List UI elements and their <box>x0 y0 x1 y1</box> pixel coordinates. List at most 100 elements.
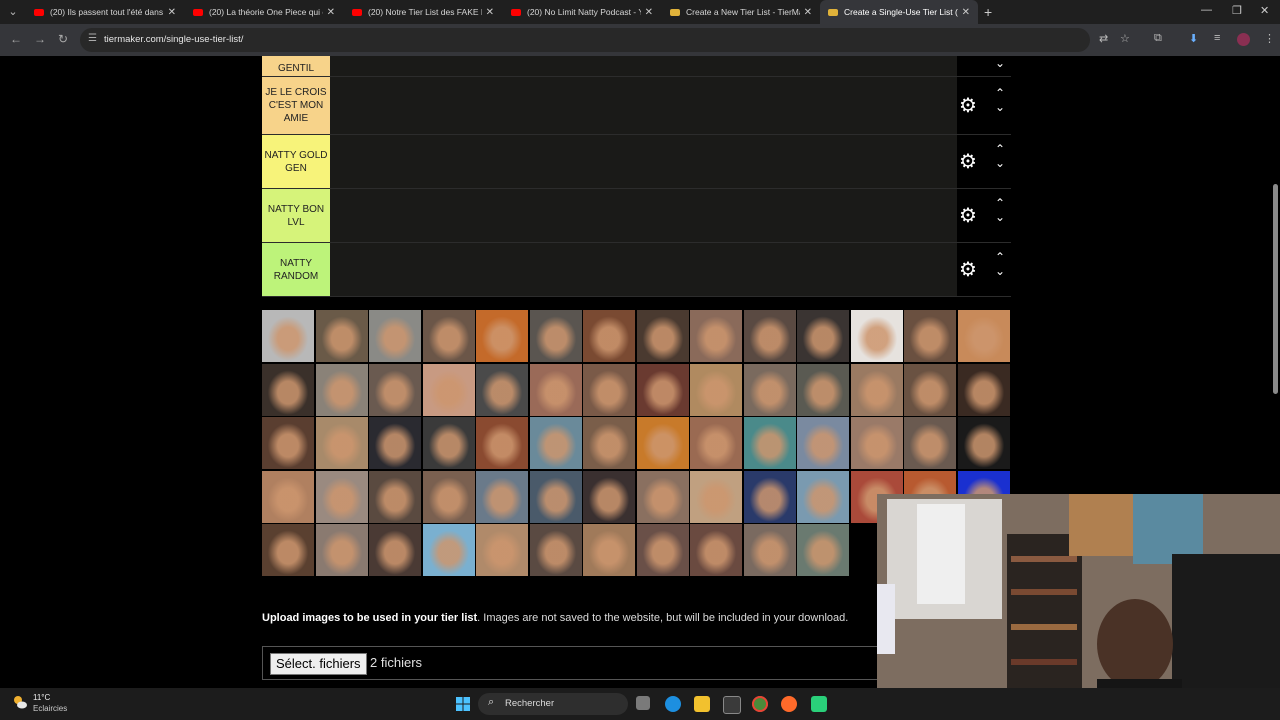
address-bar[interactable]: ☰ tiermaker.com/single-use-tier-list/ <box>80 28 1090 52</box>
move-tier-down-icon[interactable]: ⌄ <box>995 100 1005 114</box>
taskbar-search[interactable]: ⌕ Rechercher <box>478 693 628 715</box>
back-icon[interactable]: ← <box>10 32 22 46</box>
whatsapp-icon[interactable] <box>811 696 827 712</box>
tier-item-image[interactable] <box>262 363 314 416</box>
tier-item-image[interactable] <box>315 524 368 576</box>
move-tier-up-icon[interactable]: ⌃ <box>995 250 1005 264</box>
tier-item-image[interactable] <box>743 310 796 362</box>
tier-item-image[interactable] <box>583 524 635 576</box>
file-input[interactable]: Sélect. fichiers 2 fichiers <box>262 646 904 680</box>
tier-item-image[interactable] <box>690 417 742 469</box>
tier-item-image[interactable] <box>743 470 796 523</box>
tab-search-icon[interactable]: ⌄ <box>4 3 22 21</box>
tier-settings-gear-icon[interactable]: ⚙ <box>959 149 977 174</box>
tier-item-image[interactable] <box>636 363 689 416</box>
tier-item-image[interactable] <box>690 524 742 576</box>
browser-menu-icon[interactable]: ⋮ <box>1264 32 1275 45</box>
new-tab-icon[interactable]: + <box>984 3 992 21</box>
tier-item-image[interactable] <box>476 470 528 523</box>
tier-item-image[interactable] <box>583 417 635 469</box>
tier-item-image[interactable] <box>262 310 314 362</box>
tier-item-image[interactable] <box>476 310 528 362</box>
tier-item-image[interactable] <box>797 417 849 469</box>
tier-item-image[interactable] <box>369 417 421 469</box>
close-tab-icon[interactable]: ✕ <box>168 7 176 18</box>
move-tier-down-icon[interactable]: ⌄ <box>995 56 1005 70</box>
tier-label[interactable]: GENTIL <box>262 56 330 76</box>
tier-item-image[interactable] <box>957 310 1010 362</box>
tier-item-image[interactable] <box>797 363 849 416</box>
media-control-icon[interactable]: ≡ <box>1214 32 1220 44</box>
tier-label[interactable]: NATTY BON LVL <box>262 189 330 242</box>
tier-item-image[interactable] <box>636 470 689 523</box>
scrollbar-thumb[interactable] <box>1273 184 1278 394</box>
bookmark-star-icon[interactable]: ☆ <box>1120 32 1130 45</box>
move-tier-up-icon[interactable]: ⌃ <box>995 142 1005 156</box>
tier-item-image[interactable] <box>262 470 314 523</box>
tier-item-image[interactable] <box>315 470 368 523</box>
tier-settings-gear-icon[interactable]: ⚙ <box>959 93 977 118</box>
tier-drop-zone[interactable] <box>330 243 957 296</box>
file-explorer-icon[interactable] <box>694 696 710 712</box>
tier-item-image[interactable] <box>636 417 689 469</box>
tier-drop-zone[interactable] <box>330 56 957 76</box>
tier-item-image[interactable] <box>797 310 849 362</box>
tier-item-image[interactable] <box>529 470 582 523</box>
move-tier-down-icon[interactable]: ⌄ <box>995 264 1005 278</box>
tier-item-image[interactable] <box>369 524 421 576</box>
tier-item-image[interactable] <box>315 310 368 362</box>
tier-item-image[interactable] <box>422 524 475 576</box>
edge-icon[interactable] <box>665 696 681 712</box>
tier-settings-gear-icon[interactable]: ⚙ <box>959 257 977 282</box>
tier-item-image[interactable] <box>957 363 1010 416</box>
tier-item-image[interactable] <box>743 363 796 416</box>
tier-label[interactable]: JE LE CROIS C'EST MON AMIE <box>262 77 330 134</box>
tier-item-image[interactable] <box>422 363 475 416</box>
browser-tab[interactable]: (20) Notre Tier List des FAKE Na ✕ <box>344 0 502 24</box>
tier-item-image[interactable] <box>904 363 956 416</box>
tier-item-image[interactable] <box>636 310 689 362</box>
tier-item-image[interactable] <box>797 470 849 523</box>
move-tier-up-icon[interactable]: ⌃ <box>995 86 1005 100</box>
move-tier-down-icon[interactable]: ⌄ <box>995 156 1005 170</box>
tier-item-image[interactable] <box>904 310 956 362</box>
tier-item-image[interactable] <box>850 417 903 469</box>
tier-item-image[interactable] <box>690 310 742 362</box>
firefox-icon[interactable] <box>781 696 797 712</box>
close-tab-icon[interactable]: ✕ <box>327 7 335 18</box>
tier-item-image[interactable] <box>369 470 421 523</box>
tier-item-image[interactable] <box>529 363 582 416</box>
translate-icon[interactable]: ⇄ <box>1099 32 1108 45</box>
tier-item-image[interactable] <box>690 470 742 523</box>
tier-item-image[interactable] <box>636 524 689 576</box>
tier-drop-zone[interactable] <box>330 135 957 188</box>
tier-settings-gear-icon[interactable]: ⚙ <box>959 203 977 228</box>
chrome-icon[interactable] <box>752 696 768 712</box>
tier-item-image[interactable] <box>583 363 635 416</box>
minimize-icon[interactable]: — <box>1201 4 1212 16</box>
choose-files-button[interactable]: Sélect. fichiers <box>270 653 367 675</box>
tier-item-image[interactable] <box>369 363 421 416</box>
tier-item-image[interactable] <box>369 310 421 362</box>
close-tab-icon[interactable]: ✕ <box>962 7 970 18</box>
tier-item-image[interactable] <box>690 363 742 416</box>
close-window-icon[interactable]: ✕ <box>1260 4 1269 17</box>
close-tab-icon[interactable]: ✕ <box>645 7 653 18</box>
extensions-icon[interactable]: ⧉ <box>1154 32 1162 45</box>
tier-item-image[interactable] <box>904 417 956 469</box>
tier-item-image[interactable] <box>957 417 1010 469</box>
tier-item-image[interactable] <box>315 363 368 416</box>
tier-item-image[interactable] <box>315 417 368 469</box>
tier-item-image[interactable] <box>262 417 314 469</box>
tier-item-image[interactable] <box>476 417 528 469</box>
tier-item-image[interactable] <box>422 310 475 362</box>
restore-icon[interactable]: ❐ <box>1232 4 1242 17</box>
tier-item-image[interactable] <box>529 310 582 362</box>
profile-avatar[interactable] <box>1237 33 1250 46</box>
browser-tab[interactable]: Create a Single-Use Tier List (F ✕ <box>820 0 978 24</box>
tier-item-image[interactable] <box>583 310 635 362</box>
tier-item-image[interactable] <box>529 524 582 576</box>
download-icon[interactable]: ⬇ <box>1189 32 1198 45</box>
tier-item-image[interactable] <box>583 470 635 523</box>
tier-item-image[interactable] <box>850 363 903 416</box>
